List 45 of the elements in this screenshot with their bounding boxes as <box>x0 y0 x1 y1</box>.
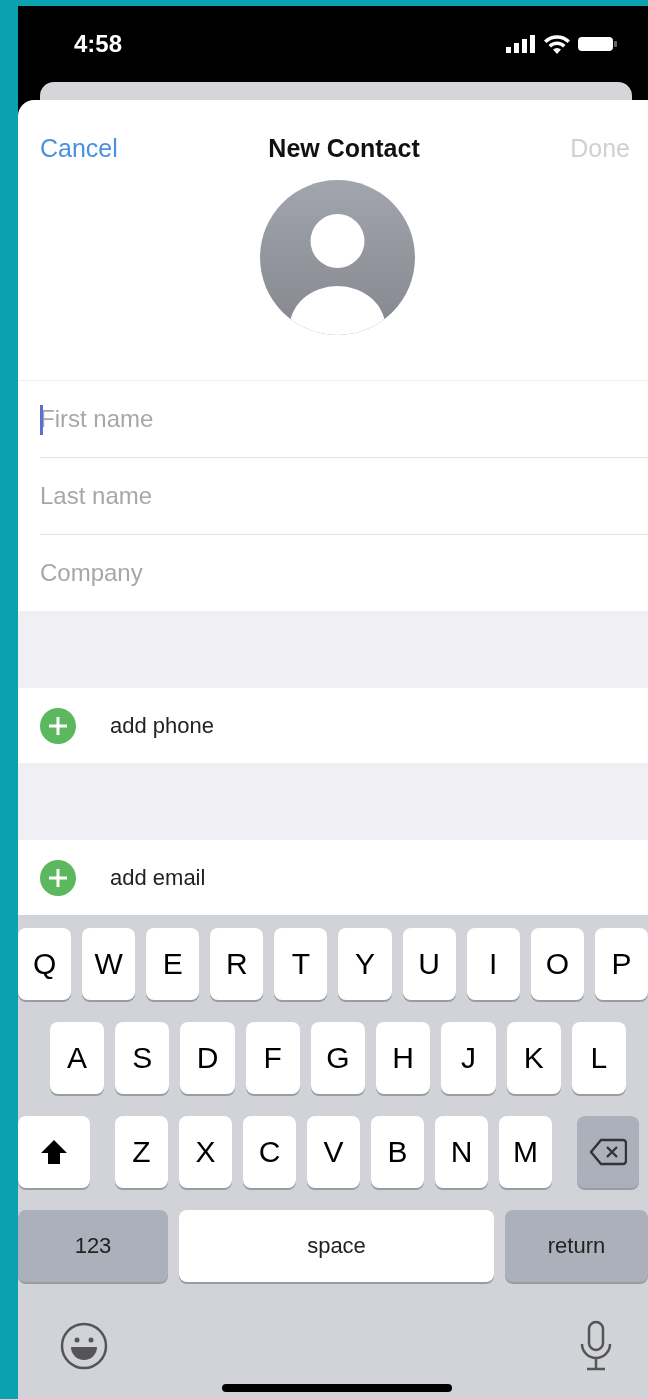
letter-key[interactable]: K <box>506 1022 561 1094</box>
letter-key[interactable]: A <box>50 1022 105 1094</box>
emoji-icon[interactable] <box>60 1322 108 1370</box>
space-key[interactable]: space <box>179 1210 494 1282</box>
letter-key[interactable]: F <box>245 1022 300 1094</box>
letter-key[interactable]: H <box>376 1022 431 1094</box>
microphone-icon[interactable] <box>578 1320 614 1372</box>
letter-key[interactable]: R <box>210 928 264 1000</box>
letter-key[interactable]: P <box>594 928 648 1000</box>
letter-key[interactable]: U <box>402 928 456 1000</box>
letter-key[interactable]: L <box>571 1022 626 1094</box>
shift-arrow-icon <box>40 1138 68 1166</box>
letter-key[interactable]: Y <box>338 928 392 1000</box>
backspace-icon <box>589 1138 627 1166</box>
letter-key[interactable]: E <box>146 928 200 1000</box>
letter-key[interactable]: B <box>371 1116 424 1188</box>
letter-key[interactable]: X <box>179 1116 232 1188</box>
signal-icon <box>506 35 536 53</box>
battery-icon <box>578 35 618 53</box>
nav-title: New Contact <box>268 133 420 163</box>
wifi-icon <box>544 34 570 54</box>
letter-key[interactable]: W <box>82 928 136 1000</box>
letter-key[interactable]: J <box>441 1022 496 1094</box>
name-field[interactable]: Last name <box>40 482 648 510</box>
add-row-label[interactable]: add phone <box>110 712 214 739</box>
letter-key[interactable]: S <box>115 1022 170 1094</box>
letter-key[interactable]: Z <box>115 1116 168 1188</box>
letter-key[interactable]: D <box>180 1022 235 1094</box>
letter-key[interactable]: C <box>243 1116 296 1188</box>
letter-key[interactable]: V <box>307 1116 360 1188</box>
status-time: 4:58 <box>74 30 123 58</box>
add-row-label[interactable]: add email <box>110 864 206 891</box>
letter-key[interactable]: O <box>530 928 584 1000</box>
shift-key[interactable] <box>18 1116 90 1188</box>
delete-key[interactable] <box>577 1116 639 1188</box>
letter-key[interactable]: N <box>435 1116 488 1188</box>
letter-key[interactable]: Q <box>18 928 72 1000</box>
numbers-key[interactable]: 123 <box>18 1210 168 1282</box>
name-field[interactable]: Company <box>40 559 648 587</box>
letter-key[interactable]: T <box>274 928 328 1000</box>
avatar-icon[interactable] <box>259 180 415 335</box>
return-key[interactable]: return <box>505 1210 648 1282</box>
letter-key[interactable]: I <box>466 928 520 1000</box>
letter-key[interactable]: M <box>499 1116 552 1188</box>
letter-key[interactable]: G <box>310 1022 366 1094</box>
